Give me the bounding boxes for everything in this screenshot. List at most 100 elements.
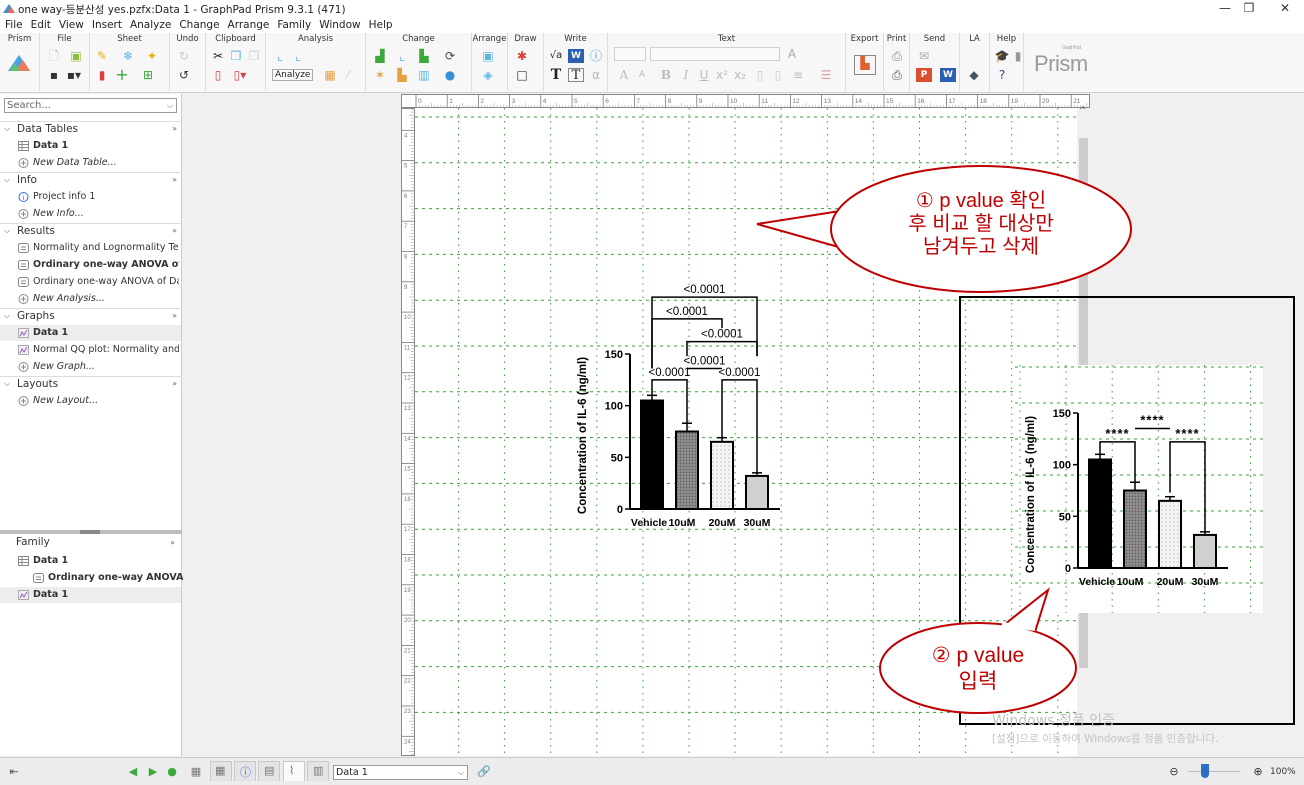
chevron-down-icon[interactable]: ⌵	[4, 379, 10, 389]
analyze-button[interactable]: Analyze	[272, 69, 314, 81]
pin-icon[interactable]: ✦	[144, 49, 160, 63]
print-icon[interactable]: ⎙	[889, 49, 905, 63]
sidebar-item[interactable]: Ordinary one-way ANOVA of D...	[0, 257, 181, 273]
font-size-select[interactable]	[614, 47, 646, 61]
restore-button[interactable]: ❐	[1234, 1, 1264, 17]
menu-view[interactable]: View	[55, 18, 88, 33]
scrollbar-thumb[interactable]	[1079, 138, 1088, 668]
menu-arrange[interactable]: Arrange	[224, 18, 274, 33]
insert-sheet-icon[interactable]: ⊞	[140, 68, 156, 82]
decrease-font-icon[interactable]: A	[634, 68, 650, 82]
symbol-icon[interactable]: α	[588, 68, 604, 82]
family-item[interactable]: Ordinary one-way ANOVA	[0, 570, 183, 586]
word-icon[interactable]: W	[940, 68, 956, 82]
format-graph-icon[interactable]: ▙	[394, 68, 410, 82]
underline-icon[interactable]: U	[696, 68, 712, 82]
info-constant-icon[interactable]: ⓘ	[588, 49, 604, 63]
sidebar-item[interactable]: New Info...	[0, 206, 181, 222]
copy-icon[interactable]: ❐	[228, 49, 244, 63]
chevron-down-icon[interactable]: ⌵	[167, 99, 173, 112]
paste-special-icon[interactable]: ❐	[246, 49, 262, 63]
chevron-down-icon[interactable]: ⌵	[4, 124, 10, 134]
chevron-down-icon[interactable]: ⌵	[458, 766, 464, 779]
paste-icon[interactable]: ▯	[210, 68, 226, 82]
menu-file[interactable]: File	[0, 18, 27, 33]
menu-analyze[interactable]: Analyze	[126, 18, 175, 33]
add-sheet-icon[interactable]: +	[114, 67, 130, 83]
section-graphs[interactable]: ⌵ Graphs »	[0, 308, 182, 324]
menu-edit[interactable]: Edit	[27, 18, 55, 33]
zoom-out-icon[interactable]: ⊖	[1166, 765, 1182, 779]
chevron-down-icon[interactable]: ⌵	[4, 175, 10, 185]
sidebar-item[interactable]: i Project info 1	[0, 189, 181, 205]
family-item[interactable]: Data 1	[0, 553, 181, 569]
vertical-scrollbar[interactable]: ^	[1077, 106, 1090, 756]
export-icon[interactable]: ▙	[854, 55, 876, 75]
highlight-icon[interactable]: ✎	[94, 49, 110, 63]
wand-icon[interactable]: ⁄	[340, 68, 356, 82]
tab-layout[interactable]: ▥	[307, 761, 329, 781]
la-icon[interactable]: ◆	[966, 68, 982, 82]
section-more-icon[interactable]: »	[172, 226, 177, 235]
font-family-select[interactable]	[650, 47, 780, 61]
collapse-navigator-icon[interactable]: ⇤	[6, 765, 22, 779]
text-tool-icon[interactable]: T	[548, 68, 564, 82]
guide-icon[interactable]: ▮	[1010, 49, 1026, 63]
sidebar-item[interactable]: New Analysis...	[0, 291, 181, 307]
sheet-select[interactable]: Data 1 ⌵	[333, 765, 468, 780]
magic-icon[interactable]: ✶	[372, 68, 388, 82]
tab-data-table[interactable]: ▦	[210, 761, 232, 781]
word-object-icon[interactable]: W	[568, 49, 584, 63]
section-results[interactable]: ⌵ Results »	[0, 223, 182, 239]
close-button[interactable]: ✕	[1270, 1, 1300, 17]
table-analysis-icon[interactable]: ▦	[322, 68, 338, 82]
increase-font-icon[interactable]: A	[616, 68, 632, 82]
prism-menu-icon[interactable]	[8, 55, 34, 71]
text-box-icon[interactable]: T	[568, 68, 584, 83]
menu-insert[interactable]: Insert	[88, 18, 126, 33]
font-color-icon[interactable]: A	[784, 47, 800, 61]
tab-info[interactable]: ⓘ	[234, 761, 256, 781]
menu-help[interactable]: Help	[365, 18, 397, 33]
tab-graph[interactable]: ⌇	[283, 761, 305, 781]
family-more-icon[interactable]: »	[170, 538, 175, 547]
format-axes-icon[interactable]: ▙	[416, 49, 432, 63]
undo-icon[interactable]: ↺	[176, 68, 192, 82]
superscript-icon[interactable]: x²	[714, 68, 730, 82]
menu-change[interactable]: Change	[175, 18, 223, 33]
align-text-icon[interactable]: ≡	[790, 68, 806, 82]
section-info[interactable]: ⌵ Info »	[0, 172, 182, 188]
axis-icon[interactable]: ⌞	[394, 49, 410, 63]
redo-icon[interactable]: ↻	[176, 49, 192, 63]
menu-family[interactable]: Family	[273, 18, 315, 33]
section-more-icon[interactable]: »	[172, 175, 177, 184]
sidebar-item[interactable]: Ordinary one-way ANOVA of Dat...	[0, 274, 181, 290]
change-graph-type-icon[interactable]: ▟	[372, 49, 388, 63]
search-input[interactable]: Search... ⌵	[4, 98, 177, 113]
draw-rectangle-icon[interactable]: □	[514, 68, 530, 82]
section-more-icon[interactable]: »	[172, 124, 177, 133]
change-data-icon[interactable]: ▥	[416, 68, 432, 82]
bold-icon[interactable]: B	[658, 68, 674, 82]
graph-analysis-2-icon[interactable]: ⌞	[290, 49, 306, 63]
section-more-icon[interactable]: »	[172, 379, 177, 388]
outdent-icon[interactable]: ▯	[770, 68, 786, 82]
swap-icon[interactable]: ⟳	[442, 49, 458, 63]
chevron-down-icon[interactable]: ⌵	[4, 311, 10, 321]
sidebar-item[interactable]: New Layout...	[0, 393, 181, 409]
open-file-icon[interactable]: ▣	[68, 49, 84, 63]
section-more-icon[interactable]: »	[172, 311, 177, 320]
previous-sheet-icon[interactable]: ◀	[125, 765, 141, 779]
zoom-in-icon[interactable]: ⊕	[1250, 765, 1266, 779]
paste-menu-icon[interactable]: ▯▾	[232, 68, 248, 82]
tab-results[interactable]: ▤	[258, 761, 280, 781]
delete-sheet-icon[interactable]: ▮	[94, 68, 110, 82]
sidebar-item[interactable]: New Data Table...	[0, 155, 181, 171]
email-icon[interactable]: ✉	[916, 49, 932, 63]
next-sheet-icon[interactable]: ▶	[145, 765, 161, 779]
subscript-icon[interactable]: x₂	[732, 68, 748, 82]
group-icon[interactable]: ◈	[480, 68, 496, 82]
sidebar-item[interactable]: Normality and Lognormality Test...	[0, 240, 181, 256]
sidebar-item[interactable]: Data 1	[0, 138, 181, 154]
freeze-icon[interactable]: ❄	[120, 49, 136, 63]
